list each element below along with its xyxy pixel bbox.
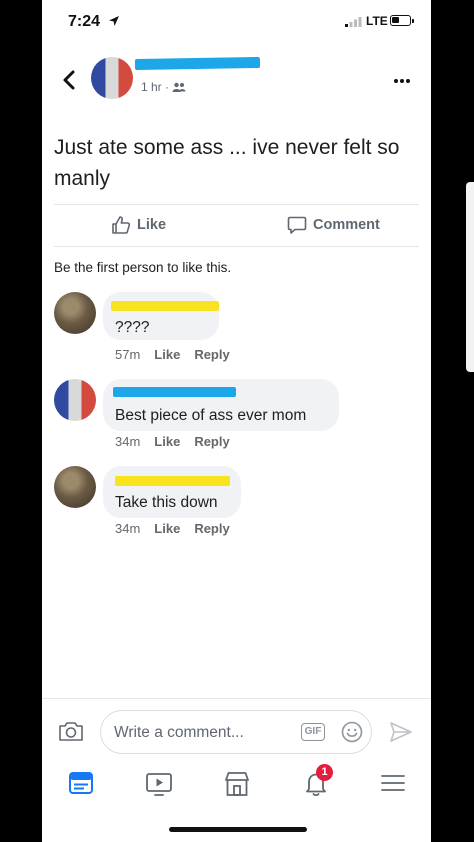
divider: [54, 246, 419, 247]
tab-notifications[interactable]: 1: [302, 764, 333, 803]
commenter-avatar[interactable]: [54, 466, 96, 508]
phone-screen: 7:24 LTE 1 hr · Just ate some ass ... iv…: [42, 0, 431, 842]
friends-audience-icon: [172, 82, 186, 92]
comment-meta: 34m Like Reply: [115, 434, 230, 449]
reactions-summary: Be the first person to like this.: [54, 260, 232, 275]
like-label: Like: [137, 217, 167, 233]
comment-time: 34m: [115, 521, 141, 536]
author-avatar[interactable]: [91, 57, 133, 99]
gif-button[interactable]: GIF: [301, 723, 325, 741]
comment-reply-link[interactable]: Reply: [194, 347, 229, 362]
author-name-redaction: [134, 56, 261, 71]
tab-watch-icon[interactable]: [145, 770, 173, 798]
commenter-name-redaction: [115, 476, 230, 486]
battery-icon: [390, 15, 414, 26]
comment-time: 57m: [115, 347, 141, 362]
comment-meta: 57m Like Reply: [115, 347, 230, 362]
notifications-badge: 1: [316, 764, 333, 781]
comment-bubble-icon: [287, 216, 307, 234]
battery-level: [392, 17, 399, 23]
comment-bubble: Take this down: [103, 466, 241, 518]
more-options-button[interactable]: [394, 70, 416, 84]
divider: [54, 204, 419, 205]
comment-like-link[interactable]: Like: [154, 434, 180, 449]
emoji-icon[interactable]: [341, 721, 363, 743]
like-button[interactable]: Like: [111, 215, 166, 235]
comment-like-link[interactable]: Like: [154, 347, 180, 362]
comment-time: 34m: [115, 434, 141, 449]
comment-input[interactable]: Write a comment... GIF: [100, 710, 372, 754]
back-arrow-icon[interactable]: [59, 69, 81, 91]
status-bar: 7:24 LTE: [42, 0, 431, 44]
network-type: LTE: [366, 14, 388, 28]
phone-side-edge: [466, 182, 474, 372]
signal-bars-icon: [345, 17, 362, 27]
tab-menu-icon[interactable]: [380, 770, 406, 796]
divider: [42, 698, 431, 699]
comment-bubble: Best piece of ass ever mom: [103, 379, 339, 431]
tab-news-feed-icon[interactable]: [68, 770, 94, 796]
thumbs-up-icon: [112, 216, 131, 234]
camera-icon[interactable]: [58, 720, 84, 742]
comment-meta: 34m Like Reply: [115, 521, 230, 536]
comment-text: Take this down: [115, 494, 218, 511]
post-text: Just ate some ass ... ive never felt so …: [54, 136, 400, 190]
comment-reply-link[interactable]: Reply: [194, 521, 229, 536]
comment-text: ????: [115, 319, 150, 336]
bottom-tab-bar: 1: [42, 762, 431, 806]
commenter-name-redaction: [111, 301, 219, 311]
send-icon[interactable]: [389, 721, 413, 743]
comment-like-link[interactable]: Like: [154, 521, 180, 536]
home-indicator: [169, 827, 307, 832]
tab-marketplace-icon[interactable]: [223, 770, 251, 798]
post-time: 1 hr: [141, 80, 162, 94]
commenter-avatar[interactable]: [54, 379, 96, 421]
comment-button[interactable]: Comment: [287, 215, 380, 235]
location-arrow-icon: [109, 16, 119, 26]
comment-input-placeholder: Write a comment...: [114, 724, 244, 741]
comment-reply-link[interactable]: Reply: [194, 434, 229, 449]
post-meta: 1 hr ·: [141, 80, 186, 94]
comment-label: Comment: [313, 217, 380, 233]
comment-text: Best piece of ass ever mom: [115, 407, 307, 424]
commenter-name-redaction: [113, 387, 236, 397]
comment-bubble: ????: [103, 292, 219, 340]
commenter-avatar[interactable]: [54, 292, 96, 334]
status-time: 7:24: [68, 13, 101, 30]
